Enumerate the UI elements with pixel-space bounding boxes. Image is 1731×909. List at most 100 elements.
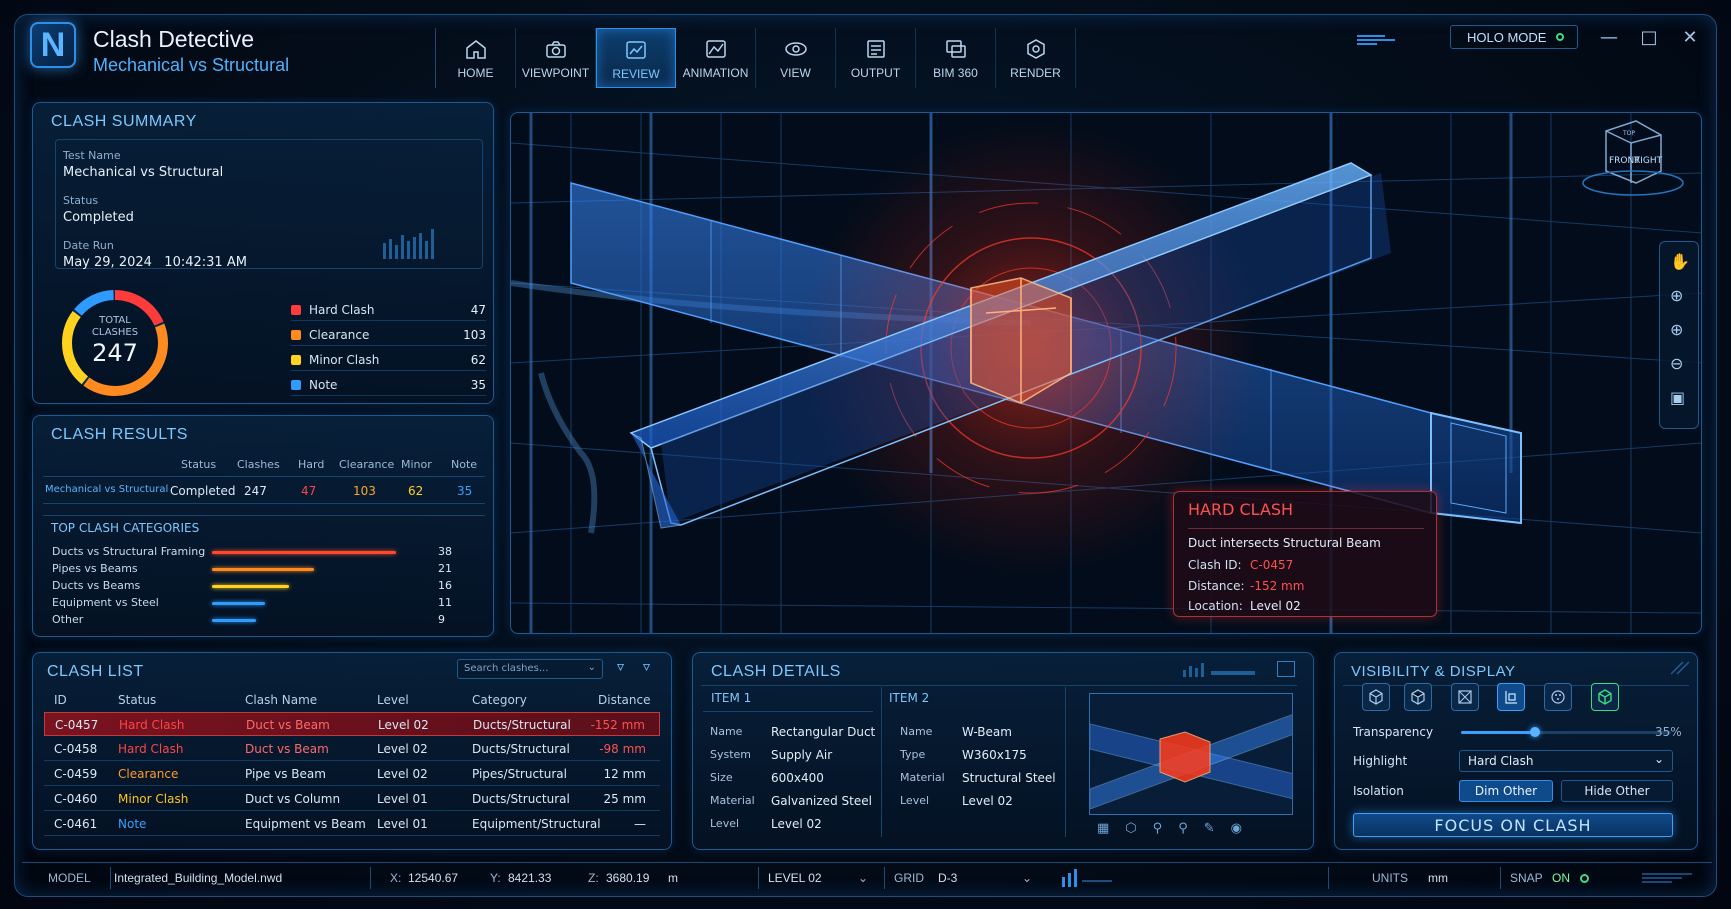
table-row[interactable]: C-0461 Note Equipment vs Beam Level 01 Equip…: [44, 812, 660, 836]
grid-icon[interactable]: ▦: [1097, 821, 1109, 836]
orbit-icon[interactable]: ⊕: [1670, 286, 1683, 305]
table-row[interactable]: C-0460 Minor Clash Duct vs Column Level 01 D…: [44, 787, 660, 811]
category-value: 21: [438, 562, 452, 575]
zoom-in-icon[interactable]: ⊕: [1670, 320, 1683, 339]
section-box-icon: [1458, 690, 1472, 704]
pan-icon[interactable]: ✋: [1670, 252, 1690, 271]
camera-icon[interactable]: ◉: [1231, 821, 1242, 836]
clash-name: Pipe vs Beam: [245, 767, 326, 781]
grid-value[interactable]: D-3: [938, 871, 957, 885]
maximize-button[interactable]: □: [1636, 24, 1662, 50]
clash-status: Hard Clash: [118, 742, 184, 756]
item2-field-label: Material: [900, 771, 945, 784]
view-mode-button-5[interactable]: [1544, 683, 1572, 711]
divider: [701, 685, 1297, 686]
filter-icon[interactable]: ▿: [617, 659, 624, 675]
signal-strength-icon: [1062, 869, 1112, 887]
close-button[interactable]: ✕: [1677, 24, 1703, 50]
pin-icon[interactable]: ⚲: [1178, 821, 1188, 836]
category-value: 38: [438, 545, 452, 558]
clash-summary-panel: CLASH SUMMARY Test Name Mechanical vs St…: [32, 102, 494, 404]
legend-item[interactable]: Minor Clash 62: [291, 349, 486, 371]
level-select[interactable]: LEVEL 02: [768, 871, 822, 885]
tab-bim360[interactable]: BIM 360: [916, 28, 996, 88]
clash-distance: 25 mm: [603, 792, 646, 806]
clash-name: Duct vs Column: [245, 792, 341, 806]
legend-item[interactable]: Note 35: [291, 374, 486, 396]
expand-icon[interactable]: [1277, 661, 1295, 677]
clash-status: Clearance: [118, 767, 179, 781]
app-logo: N: [30, 22, 76, 68]
focus-on-clash-button[interactable]: FOCUS ON CLASH: [1353, 813, 1673, 837]
edit-icon[interactable]: ✎: [1204, 821, 1215, 836]
clash-thumbnail[interactable]: [1089, 693, 1293, 815]
col-distance[interactable]: Distance: [598, 693, 650, 707]
clash-id: C-0460: [54, 792, 98, 806]
legend-item[interactable]: Hard Clash 47: [291, 299, 486, 321]
camera-icon: [545, 41, 566, 58]
snap-value[interactable]: ON: [1552, 871, 1570, 885]
transparency-slider[interactable]: [1461, 727, 1671, 737]
view-cube[interactable]: [1596, 115, 1676, 200]
tab-home[interactable]: HOME: [436, 28, 516, 88]
col-clash-name[interactable]: Clash Name: [245, 693, 317, 707]
tab-animation[interactable]: ANIMATION: [676, 28, 756, 88]
status-label: Status: [63, 194, 99, 207]
filter-advanced-icon[interactable]: ▿: [643, 659, 650, 675]
col-id[interactable]: ID: [54, 693, 67, 707]
transparency-slider-thumb[interactable]: [1529, 727, 1540, 737]
item2-title: ITEM 2: [889, 691, 930, 705]
test-name-value: Mechanical vs Structural: [63, 165, 224, 180]
search-input[interactable]: Search clashes... ⌄: [457, 659, 603, 679]
col-category[interactable]: Category: [472, 693, 527, 707]
tab-label: REVIEW: [612, 67, 660, 81]
tab-label: HOME: [457, 66, 494, 80]
tab-output[interactable]: OUTPUT: [836, 28, 916, 88]
level-chevron-icon[interactable]: ⌄: [858, 871, 868, 885]
clash-name: Duct vs Beam: [246, 718, 330, 732]
tab-render[interactable]: RENDER: [996, 28, 1076, 88]
isolation-label: Isolation: [1353, 784, 1404, 798]
tab-viewpoint[interactable]: VIEWPOINT: [516, 28, 596, 88]
grid-chevron-icon[interactable]: ⌄: [1022, 871, 1032, 885]
view-mode-button-2[interactable]: [1404, 683, 1432, 711]
tab-review[interactable]: REVIEW: [596, 28, 676, 88]
clash-distance: -152 mm: [590, 718, 645, 732]
table-row[interactable]: C-0458 Hard Clash Duct vs Beam Level 02 Duct…: [44, 737, 660, 761]
view-mode-button-6[interactable]: [1591, 683, 1619, 711]
status-value: Completed: [63, 210, 134, 225]
units-value[interactable]: mm: [1428, 871, 1448, 885]
legend-swatch: [291, 304, 301, 315]
nav-toolbar: ✋ ⊕ ⊕ ⊖ ▣: [1659, 241, 1699, 429]
cube-icon[interactable]: ⬡: [1125, 821, 1136, 836]
tab-view[interactable]: VIEW: [756, 28, 836, 88]
legend-item[interactable]: Clearance 103: [291, 324, 486, 346]
dim-other-button[interactable]: Dim Other: [1459, 780, 1553, 802]
view-mode-button-1[interactable]: [1362, 683, 1390, 711]
view-mode-button-3[interactable]: [1451, 683, 1479, 711]
hide-other-button[interactable]: Hide Other: [1561, 780, 1673, 802]
clashes-cell: 247: [244, 484, 267, 498]
item1-field-label: Size: [710, 771, 733, 784]
table-row[interactable]: C-0459 Clearance Pipe vs Beam Level 02 Pipes…: [44, 762, 660, 786]
zoom-out-icon[interactable]: ⊖: [1670, 354, 1683, 373]
legend-swatch: [291, 354, 301, 365]
app-window: N Clash Detective Mechanical vs Structur…: [0, 0, 1731, 909]
view-mode-button-4[interactable]: [1497, 683, 1525, 711]
item2-field-value: Level 02: [962, 794, 1013, 808]
3d-viewport[interactable]: TOP FRONT RIGHT ✋ ⊕ ⊕ ⊖ ▣ HARD CLASH Duc…: [510, 112, 1702, 634]
highlight-select[interactable]: Hard Clash ⌄: [1459, 750, 1673, 772]
col-level[interactable]: Level: [377, 693, 409, 707]
col-status[interactable]: Status: [118, 693, 156, 707]
minimize-button[interactable]: —: [1596, 24, 1622, 50]
transparency-slider-fill: [1461, 731, 1535, 734]
popup-id-label: Clash ID:: [1188, 558, 1242, 572]
search-icon[interactable]: ⚲: [1153, 821, 1163, 836]
table-row[interactable]: C-0457 Hard Clash Duct vs Beam Level 02 Duct…: [44, 712, 660, 736]
holo-mode-toggle[interactable]: HOLO MODE: [1450, 25, 1578, 49]
fit-view-icon[interactable]: ▣: [1670, 388, 1685, 407]
results-row[interactable]: Mechanical vs Structural Completed 247 4…: [43, 476, 485, 504]
corner-decoration-icon: [1671, 661, 1689, 675]
donut-label: TOTAL CLASHES: [55, 315, 175, 339]
item1-field-value: Rectangular Duct: [771, 725, 876, 739]
